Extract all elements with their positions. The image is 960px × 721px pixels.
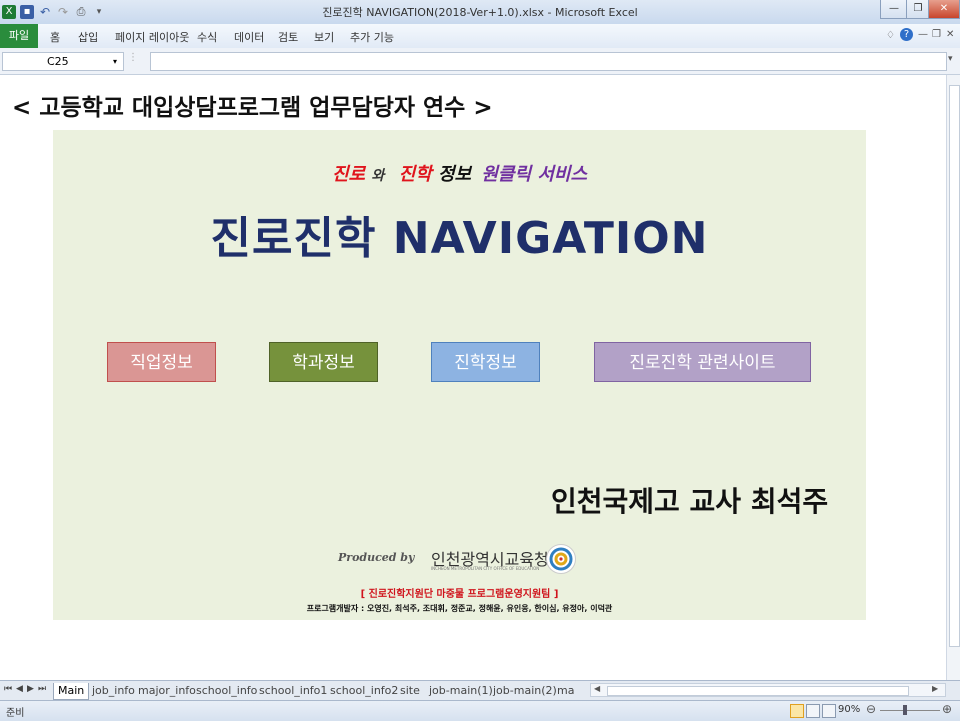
formula-bar: C25 ▾ ⋮ fx ▾ [0, 48, 960, 75]
sheet-tab-job-main-2[interactable]: job-main(2) [489, 683, 561, 699]
sheet-tab-job-main-1[interactable]: job-main(1) [425, 683, 497, 699]
previous-sheet-icon[interactable]: ◀ [16, 684, 23, 694]
name-box[interactable]: C25 ▾ [2, 52, 124, 71]
tab-home[interactable]: 홈 [50, 29, 60, 45]
zoom-level[interactable]: 90% [838, 704, 860, 715]
page-layout-view-icon[interactable] [806, 704, 820, 718]
scroll-left-icon[interactable]: ◀ [594, 684, 600, 693]
workbook-minimize-icon[interactable]: — [918, 29, 928, 40]
tagline: 진로 와 진학 정보 원클릭 서비스 [53, 160, 866, 186]
support-team: [ 진로진학지원단 마중물 프로그램운영지원팀 ] [360, 589, 559, 600]
horizontal-scrollbar[interactable]: ◀ ▶ [590, 683, 946, 697]
education-office-emblem-icon [546, 544, 576, 574]
close-button[interactable]: ✕ [928, 0, 960, 19]
tab-insert[interactable]: 삽입 [78, 29, 98, 45]
normal-view-icon[interactable] [790, 704, 804, 718]
tagline-and: 와 [371, 168, 385, 184]
tab-add-ins[interactable]: 추가 기능 [350, 29, 394, 45]
last-sheet-icon[interactable]: ⏭ [38, 684, 46, 694]
zoom-in-icon[interactable]: ⊕ [942, 702, 952, 716]
help-icon[interactable]: ? [900, 28, 913, 41]
vertical-scroll-thumb[interactable] [949, 85, 960, 647]
sheet-tab-school-info2[interactable]: school_info2 [326, 683, 402, 699]
name-box-dropdown-icon[interactable]: ▾ [113, 53, 117, 70]
major-info-button[interactable]: 학과정보 [269, 342, 378, 382]
tab-file[interactable]: 파일 [0, 24, 38, 48]
sheet-tab-major-info[interactable]: major_info [134, 683, 200, 699]
ribbon-collapse-icon[interactable]: ♢ [886, 30, 895, 41]
sheet-tab-ma[interactable]: ma [553, 683, 578, 699]
sheet-tab-school-info[interactable]: school_info [192, 683, 261, 699]
minimize-button[interactable]: — [880, 0, 908, 19]
related-sites-button[interactable]: 진로진학 관련사이트 [594, 342, 811, 382]
formula-input[interactable] [150, 52, 947, 71]
vertical-scrollbar[interactable] [946, 75, 960, 680]
navigation-title: 진로진학 NAVIGATION [210, 213, 709, 264]
formula-bar-grip-icon: ⋮ [128, 52, 138, 63]
title-bar: X ▪ ↶ ↷ ⎙ ▾ 진로진학 NAVIGATION(2018-Ver+1.0… [0, 0, 960, 25]
tab-view[interactable]: 보기 [314, 29, 334, 45]
name-box-value: C25 [47, 55, 69, 68]
tab-review[interactable]: 검토 [278, 29, 298, 45]
status-bar: 준비 90% ⊖ ⊕ [0, 700, 960, 721]
page-break-preview-icon[interactable] [822, 704, 836, 718]
expand-formula-bar-icon[interactable]: ▾ [948, 54, 953, 64]
admission-info-button[interactable]: 진학정보 [431, 342, 540, 382]
tagline-info: 정보 [437, 164, 472, 185]
next-sheet-icon[interactable]: ▶ [27, 684, 34, 694]
ribbon-tab-bar: 파일 홈 삽입 페이지 레이아웃 수식 데이터 검토 보기 추가 기능 ♢ ? … [0, 24, 960, 49]
horizontal-scroll-thumb[interactable] [607, 686, 909, 696]
tagline-admission: 진학 [398, 164, 432, 185]
page-heading: < 고등학교 대입상담프로그램 업무담당자 연수 > [12, 95, 493, 121]
sheet-tab-site[interactable]: site [396, 683, 424, 699]
education-office-subtitle: INCHEON METROPOLITAN CITY OFFICE OF EDUC… [431, 566, 540, 571]
tab-page-layout[interactable]: 페이지 레이아웃 [115, 29, 189, 45]
sheet-tab-job-info[interactable]: job_info [88, 683, 139, 699]
tagline-service: 원클릭 서비스 [481, 164, 588, 185]
produced-by-label: Produced by [338, 551, 415, 564]
workbook-restore-icon[interactable]: ❐ [932, 29, 941, 40]
first-sheet-icon[interactable]: ⏮ [4, 684, 12, 694]
workbook-close-icon[interactable]: ✕ [946, 29, 954, 40]
maximize-button[interactable]: ❐ [906, 0, 930, 19]
tab-data[interactable]: 데이터 [234, 29, 264, 45]
developer-list: 프로그램개발자 : 오영진, 최석주, 조대휘, 정준교, 정해윤, 유인웅, … [306, 604, 613, 613]
window-title: 진로진학 NAVIGATION(2018-Ver+1.0).xlsx - Mic… [322, 6, 638, 19]
job-info-button[interactable]: 직업정보 [107, 342, 216, 382]
sheet-tab-school-info1[interactable]: school_info1 [255, 683, 331, 699]
sheet-tab-main[interactable]: Main [53, 683, 90, 700]
teacher-credit: 인천국제고 교사 최석주 [551, 485, 829, 518]
status-text: 준비 [6, 708, 25, 719]
scroll-right-icon[interactable]: ▶ [932, 684, 938, 693]
zoom-slider[interactable] [880, 710, 940, 711]
tab-formulas[interactable]: 수식 [197, 29, 217, 45]
zoom-slider-thumb[interactable] [903, 705, 907, 715]
zoom-out-icon[interactable]: ⊖ [866, 702, 876, 716]
tagline-career: 진로 [331, 164, 366, 185]
